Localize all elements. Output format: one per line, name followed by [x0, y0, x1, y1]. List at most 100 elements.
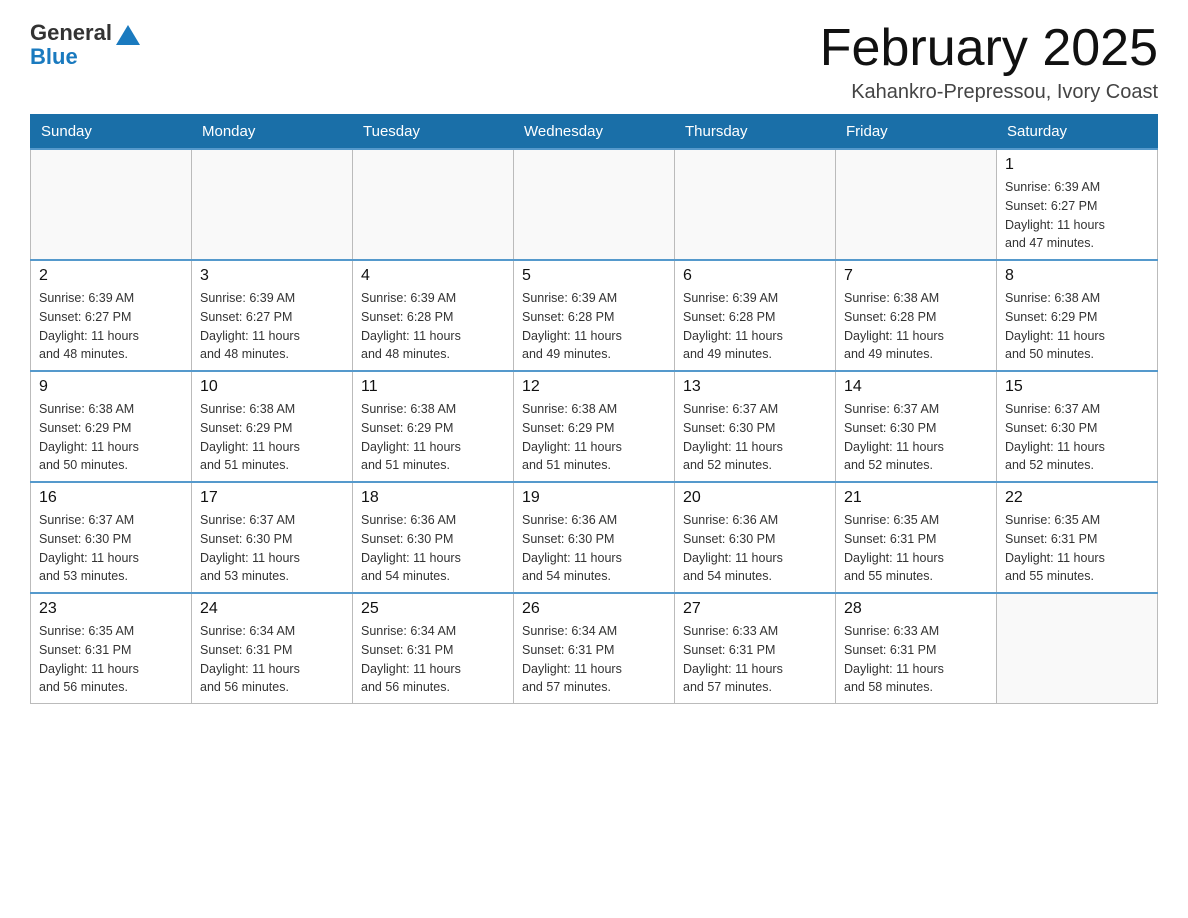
calendar-cell: 24 Sunrise: 6:34 AM Sunset: 6:31 PM Dayli… [192, 593, 353, 704]
calendar-cell: 1Sunrise: 6:39 AM Sunset: 6:27 PM Daylig… [997, 149, 1158, 260]
day-info: Sunrise: 6:34 AM Sunset: 6:31 PM Dayligh… [200, 622, 344, 697]
day-info: Sunrise: 6:39 AM Sunset: 6:27 PM Dayligh… [1005, 178, 1149, 253]
day-number: 23 [39, 600, 183, 618]
col-header-wednesday: Wednesday [514, 115, 675, 150]
day-number: 27 [683, 600, 827, 618]
calendar-cell: 18Sunrise: 6:36 AM Sunset: 6:30 PM Dayli… [353, 482, 514, 593]
day-number: 20 [683, 489, 827, 507]
day-number: 13 [683, 378, 827, 396]
day-info: Sunrise: 6:36 AM Sunset: 6:30 PM Dayligh… [522, 511, 666, 586]
day-info: Sunrise: 6:34 AM Sunset: 6:31 PM Dayligh… [361, 622, 505, 697]
week-row-5: 23 Sunrise: 6:35 AM Sunset: 6:31 PM Dayli… [31, 593, 1158, 704]
day-number: 28 [844, 600, 988, 618]
day-number: 6 [683, 267, 827, 285]
col-header-saturday: Saturday [997, 115, 1158, 150]
day-number: 19 [522, 489, 666, 507]
calendar-cell: 8 Sunrise: 6:38 AM Sunset: 6:29 PM Daylig… [997, 260, 1158, 371]
calendar-cell: 7Sunrise: 6:38 AM Sunset: 6:28 PM Daylig… [836, 260, 997, 371]
day-number: 14 [844, 378, 988, 396]
calendar-cell [514, 149, 675, 260]
calendar-table: SundayMondayTuesdayWednesdayThursdayFrid… [30, 114, 1158, 704]
calendar-cell: 22 Sunrise: 6:35 AM Sunset: 6:31 PM Dayli… [997, 482, 1158, 593]
day-number: 10 [200, 378, 344, 396]
day-info: Sunrise: 6:38 AM Sunset: 6:29 PM Dayligh… [1005, 289, 1149, 364]
day-info: Sunrise: 6:38 AM Sunset: 6:29 PM Dayligh… [39, 400, 183, 475]
calendar-header-row: SundayMondayTuesdayWednesdayThursdayFrid… [31, 115, 1158, 150]
calendar-cell [675, 149, 836, 260]
day-number: 22 [1005, 489, 1149, 507]
page-header: General Blue February 2025 Kahankro-Prep… [30, 20, 1158, 104]
day-number: 26 [522, 600, 666, 618]
calendar-cell: 13 Sunrise: 6:37 AM Sunset: 6:30 PM Dayli… [675, 371, 836, 482]
day-info: Sunrise: 6:34 AM Sunset: 6:31 PM Dayligh… [522, 622, 666, 697]
day-info: Sunrise: 6:35 AM Sunset: 6:31 PM Dayligh… [1005, 511, 1149, 586]
week-row-4: 16 Sunrise: 6:37 AM Sunset: 6:30 PM Dayli… [31, 482, 1158, 593]
logo-text-general: General [30, 20, 112, 46]
logo-triangle-icon [116, 25, 140, 45]
day-number: 18 [361, 489, 505, 507]
calendar-cell: 14 Sunrise: 6:37 AM Sunset: 6:30 PM Dayli… [836, 371, 997, 482]
calendar-cell [192, 149, 353, 260]
day-info: Sunrise: 6:37 AM Sunset: 6:30 PM Dayligh… [1005, 400, 1149, 475]
day-info: Sunrise: 6:37 AM Sunset: 6:30 PM Dayligh… [683, 400, 827, 475]
day-info: Sunrise: 6:35 AM Sunset: 6:31 PM Dayligh… [844, 511, 988, 586]
day-number: 8 [1005, 267, 1149, 285]
day-number: 25 [361, 600, 505, 618]
calendar-cell: 25 Sunrise: 6:34 AM Sunset: 6:31 PM Dayli… [353, 593, 514, 704]
day-info: Sunrise: 6:38 AM Sunset: 6:29 PM Dayligh… [361, 400, 505, 475]
calendar-cell: 11 Sunrise: 6:38 AM Sunset: 6:29 PM Dayli… [353, 371, 514, 482]
day-info: Sunrise: 6:33 AM Sunset: 6:31 PM Dayligh… [844, 622, 988, 697]
calendar-cell: 27 Sunrise: 6:33 AM Sunset: 6:31 PM Dayli… [675, 593, 836, 704]
day-number: 16 [39, 489, 183, 507]
col-header-sunday: Sunday [31, 115, 192, 150]
calendar-cell: 10Sunrise: 6:38 AM Sunset: 6:29 PM Dayli… [192, 371, 353, 482]
calendar-cell: 6 Sunrise: 6:39 AM Sunset: 6:28 PM Daylig… [675, 260, 836, 371]
calendar-cell: 4 Sunrise: 6:39 AM Sunset: 6:28 PM Daylig… [353, 260, 514, 371]
day-number: 11 [361, 378, 505, 396]
day-number: 24 [200, 600, 344, 618]
day-info: Sunrise: 6:33 AM Sunset: 6:31 PM Dayligh… [683, 622, 827, 697]
calendar-cell: 3 Sunrise: 6:39 AM Sunset: 6:27 PM Daylig… [192, 260, 353, 371]
week-row-1: 1Sunrise: 6:39 AM Sunset: 6:27 PM Daylig… [31, 149, 1158, 260]
week-row-2: 2 Sunrise: 6:39 AM Sunset: 6:27 PM Daylig… [31, 260, 1158, 371]
calendar-cell: 15 Sunrise: 6:37 AM Sunset: 6:30 PM Dayli… [997, 371, 1158, 482]
day-number: 9 [39, 378, 183, 396]
calendar-cell: 9 Sunrise: 6:38 AM Sunset: 6:29 PM Daylig… [31, 371, 192, 482]
day-info: Sunrise: 6:37 AM Sunset: 6:30 PM Dayligh… [39, 511, 183, 586]
day-info: Sunrise: 6:37 AM Sunset: 6:30 PM Dayligh… [200, 511, 344, 586]
day-number: 5 [522, 267, 666, 285]
logo: General Blue [30, 20, 140, 70]
calendar-cell [997, 593, 1158, 704]
day-number: 12 [522, 378, 666, 396]
col-header-tuesday: Tuesday [353, 115, 514, 150]
day-info: Sunrise: 6:39 AM Sunset: 6:27 PM Dayligh… [200, 289, 344, 364]
day-info: Sunrise: 6:36 AM Sunset: 6:30 PM Dayligh… [683, 511, 827, 586]
calendar-cell: 12 Sunrise: 6:38 AM Sunset: 6:29 PM Dayli… [514, 371, 675, 482]
day-number: 4 [361, 267, 505, 285]
title-area: February 2025 Kahankro-Prepressou, Ivory… [820, 20, 1158, 104]
calendar-cell: 5 Sunrise: 6:39 AM Sunset: 6:28 PM Daylig… [514, 260, 675, 371]
month-title: February 2025 [820, 20, 1158, 77]
day-info: Sunrise: 6:39 AM Sunset: 6:28 PM Dayligh… [683, 289, 827, 364]
day-info: Sunrise: 6:39 AM Sunset: 6:28 PM Dayligh… [361, 289, 505, 364]
calendar-cell: 28 Sunrise: 6:33 AM Sunset: 6:31 PM Dayli… [836, 593, 997, 704]
day-info: Sunrise: 6:39 AM Sunset: 6:27 PM Dayligh… [39, 289, 183, 364]
calendar-cell: 26 Sunrise: 6:34 AM Sunset: 6:31 PM Dayli… [514, 593, 675, 704]
day-info: Sunrise: 6:39 AM Sunset: 6:28 PM Dayligh… [522, 289, 666, 364]
col-header-friday: Friday [836, 115, 997, 150]
location-subtitle: Kahankro-Prepressou, Ivory Coast [820, 81, 1158, 104]
day-info: Sunrise: 6:37 AM Sunset: 6:30 PM Dayligh… [844, 400, 988, 475]
col-header-monday: Monday [192, 115, 353, 150]
calendar-cell: 16 Sunrise: 6:37 AM Sunset: 6:30 PM Dayli… [31, 482, 192, 593]
calendar-cell: 23 Sunrise: 6:35 AM Sunset: 6:31 PM Dayli… [31, 593, 192, 704]
day-number: 2 [39, 267, 183, 285]
calendar-cell: 17 Sunrise: 6:37 AM Sunset: 6:30 PM Dayli… [192, 482, 353, 593]
day-number: 17 [200, 489, 344, 507]
day-number: 3 [200, 267, 344, 285]
day-info: Sunrise: 6:35 AM Sunset: 6:31 PM Dayligh… [39, 622, 183, 697]
day-number: 21 [844, 489, 988, 507]
day-info: Sunrise: 6:38 AM Sunset: 6:29 PM Dayligh… [522, 400, 666, 475]
calendar-cell: 20 Sunrise: 6:36 AM Sunset: 6:30 PM Dayli… [675, 482, 836, 593]
day-number: 15 [1005, 378, 1149, 396]
col-header-thursday: Thursday [675, 115, 836, 150]
